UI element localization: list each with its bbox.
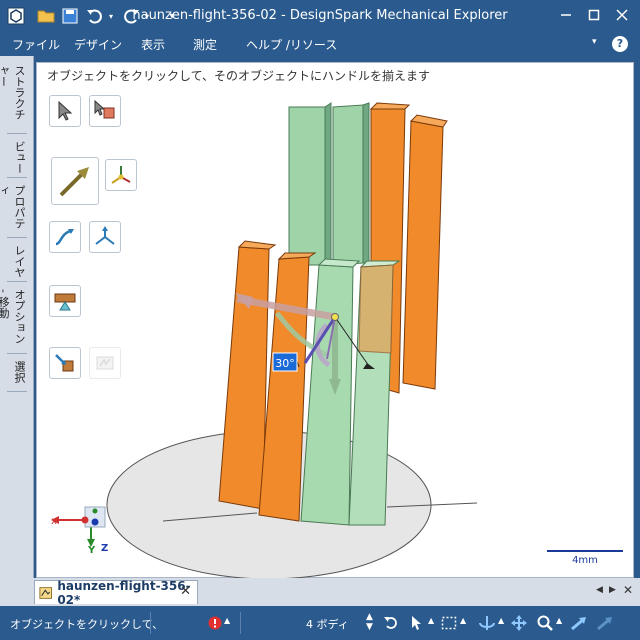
tab-layers[interactable]: レイヤ [7, 242, 27, 282]
menu-bar: ファイル デザイン 表示 測定 ヘルプ /リソース ▾ ? [0, 32, 640, 56]
axis-triad: x Y Z [51, 506, 108, 556]
box-select-icon[interactable] [440, 614, 458, 632]
orange-back-piece-2[interactable] [402, 120, 444, 390]
error-icon[interactable] [206, 614, 224, 632]
spin-view-dropdown-icon[interactable]: ▲ [498, 616, 504, 625]
document-tab[interactable]: haunzen-flight-356-02* ✕ [34, 578, 198, 607]
tab-view[interactable]: ビュー [7, 138, 27, 178]
minimize-button[interactable] [552, 2, 580, 28]
error-dropdown-icon[interactable]: ▲ [224, 616, 230, 625]
scale-label: 4mm [572, 555, 598, 566]
tab-scroll-right-icon[interactable]: ▶ [609, 585, 616, 595]
tab-close-all-icon[interactable]: ✕ [623, 583, 633, 597]
model-viewport[interactable]: 30° x Y Z 4mm [37, 63, 635, 579]
document-tab-strip: haunzen-flight-356-02* ✕ ◀ ▶ ✕ [0, 578, 640, 607]
tab-properties[interactable]: プロパティ [0, 182, 27, 238]
selection-count[interactable]: 4 ボディ [306, 616, 349, 632]
title-bar: ▾ ▾ ▾ haunzen-flight-356-02 - DesignSpar… [0, 0, 640, 32]
select-mode-dropdown-icon[interactable]: ▲ [428, 616, 434, 625]
ribbon-collapse-icon[interactable]: ▾ [592, 37, 597, 47]
tab-options-move[interactable]: オプション - 移動 [0, 286, 27, 354]
axis-z-label: Z [101, 543, 108, 554]
next-view-icon [596, 614, 614, 632]
status-message: オブジェクトをクリックして、 [10, 618, 164, 631]
menu-view[interactable]: 表示 [141, 36, 165, 53]
green-back-piece-2[interactable] [332, 104, 364, 266]
status-bar: オブジェクトをクリックして、 ▲ 4 ボディ ▲ ▼ ▲ ▲ ▲ ▲ [0, 606, 640, 640]
help-icon[interactable]: ? [612, 36, 628, 52]
axis-x-label: x [51, 516, 57, 527]
menu-file[interactable]: ファイル [12, 36, 60, 53]
menu-measure[interactable]: 測定 [193, 36, 217, 53]
document-tab-label: haunzen-flight-356-02* [57, 578, 191, 607]
previous-view-icon[interactable] [570, 614, 588, 632]
box-select-dropdown-icon[interactable]: ▲ [460, 616, 466, 625]
tab-structure[interactable]: ストラクチャー [0, 62, 27, 134]
design-canvas[interactable]: オブジェクトをクリックして、そのオブジェクトにハンドルを揃えます 30° x Y… [36, 62, 635, 579]
left-panel-tabs: ストラクチャー ビュー プロパティ レイヤ オプション - 移動 選択 [0, 56, 34, 578]
close-button[interactable] [608, 2, 636, 28]
zoom-view-icon[interactable] [536, 614, 554, 632]
axis-y-label: Y [87, 545, 96, 556]
window-title: haunzen-flight-356-02 - DesignSpark Mech… [132, 8, 508, 23]
zoom-view-dropdown-icon[interactable]: ▲ [556, 616, 562, 625]
angle-label[interactable]: 30° [275, 357, 295, 370]
selection-spinner-icon[interactable]: ▲ ▼ [366, 612, 373, 632]
tab-selection[interactable]: 選択 [7, 358, 27, 392]
orange-front-piece-1[interactable] [218, 246, 270, 510]
pan-view-icon[interactable] [510, 614, 528, 632]
menu-help-resources[interactable]: ヘルプ /リソース [246, 36, 337, 53]
design-file-icon [39, 586, 52, 599]
selected-highlight [358, 264, 394, 354]
spin-view-icon[interactable] [478, 614, 496, 632]
green-back-piece-1[interactable] [288, 106, 326, 266]
maximize-button[interactable] [580, 2, 608, 28]
document-tab-close-icon[interactable]: ✕ [180, 584, 191, 599]
menu-design[interactable]: デザイン [74, 36, 122, 53]
green-front-piece-1[interactable] [300, 264, 354, 526]
select-mode-icon[interactable] [408, 614, 426, 632]
undo-selection-icon[interactable] [382, 614, 400, 632]
tab-scroll-left-icon[interactable]: ◀ [596, 585, 603, 595]
